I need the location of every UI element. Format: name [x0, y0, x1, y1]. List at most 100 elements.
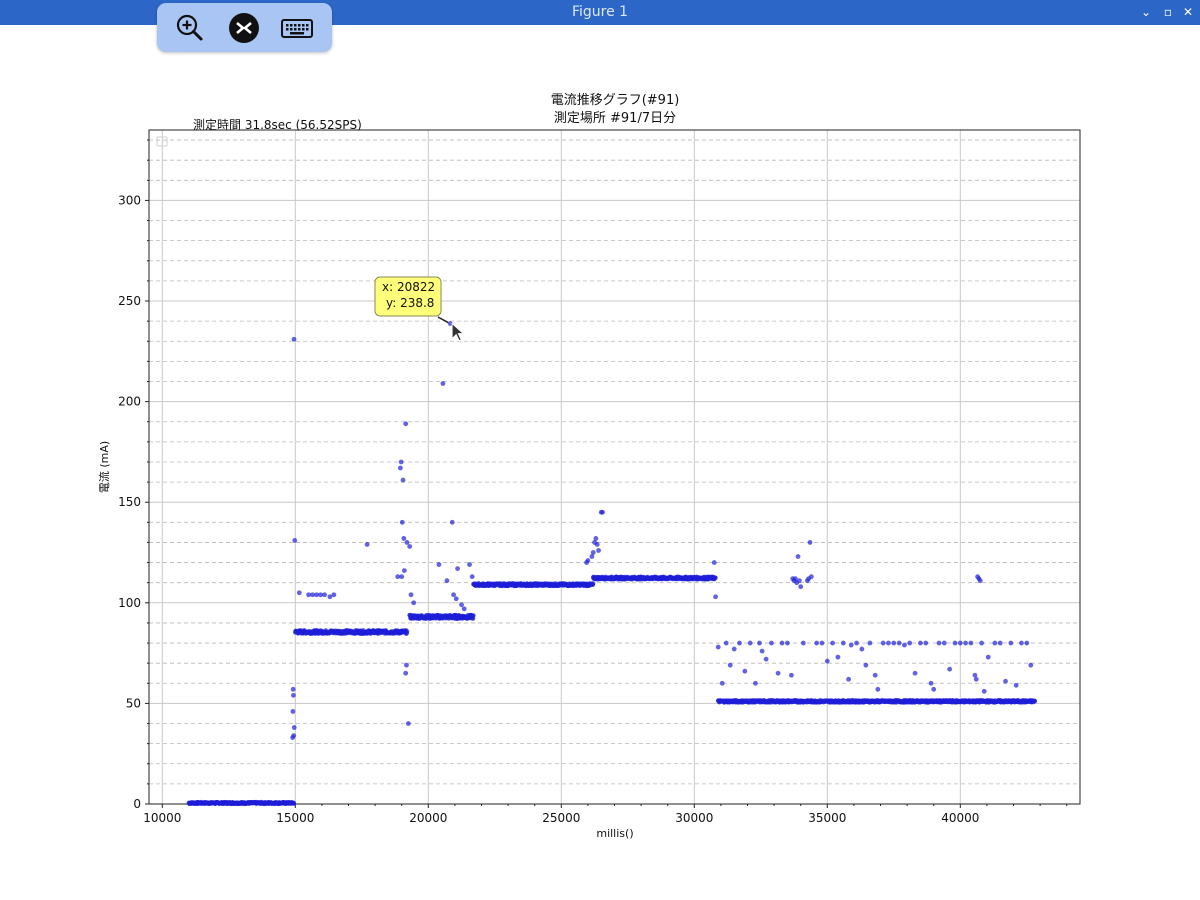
- data-point: [848, 642, 854, 648]
- data-point: [723, 640, 729, 646]
- data-point: [814, 640, 820, 646]
- data-point: [715, 644, 721, 650]
- y-tick-label: 50: [126, 696, 141, 710]
- data-point: [796, 578, 802, 584]
- y-tick-label: 300: [118, 193, 141, 207]
- x-tick-label: 40000: [941, 811, 979, 825]
- data-point: [997, 640, 1003, 646]
- data-point: [727, 662, 733, 668]
- data-point: [585, 558, 591, 563]
- data-point: [471, 613, 476, 618]
- data-point: [824, 658, 830, 664]
- data-point: [854, 640, 859, 646]
- data-point: [957, 640, 963, 646]
- data-point: [407, 544, 413, 549]
- data-point: [408, 592, 414, 598]
- data-point: [449, 519, 455, 525]
- data-point: [859, 646, 865, 652]
- data-point: [469, 574, 475, 580]
- y-tick-label: 0: [133, 797, 141, 811]
- data-point: [1013, 682, 1019, 688]
- data-point: [896, 640, 902, 646]
- data-point: [444, 578, 450, 584]
- data-point: [981, 688, 987, 694]
- data-point: [775, 670, 781, 676]
- data-point: [590, 550, 596, 555]
- mouse-cursor-icon: [451, 322, 465, 342]
- data-point: [399, 574, 405, 580]
- maximize-icon[interactable]: ▫: [1160, 4, 1176, 20]
- data-point: [912, 670, 918, 676]
- y-tick-label: 250: [118, 294, 141, 308]
- data-point: [400, 477, 406, 483]
- data-point: [1024, 640, 1030, 646]
- data-point: [440, 381, 446, 386]
- data-point: [455, 566, 460, 572]
- data-point: [863, 662, 869, 668]
- y-tick-label: 100: [118, 596, 141, 610]
- data-point: [941, 640, 947, 646]
- data-point: [711, 560, 717, 565]
- y-tick-label: 150: [118, 495, 141, 509]
- data-point: [747, 640, 753, 646]
- data-point: [985, 654, 991, 660]
- data-point: [291, 692, 296, 698]
- data-point: [404, 662, 409, 668]
- data-point: [593, 536, 599, 541]
- data-point: [902, 642, 907, 648]
- data-point: [397, 465, 403, 471]
- data-point: [1019, 640, 1024, 646]
- tooltip-arrow: [437, 316, 449, 324]
- data-point: [364, 542, 370, 547]
- data-point: [401, 568, 407, 574]
- data-point: [411, 600, 417, 606]
- data-point: [757, 640, 762, 646]
- data-point: [808, 574, 814, 580]
- data-point: [800, 640, 806, 646]
- data-point: [992, 640, 998, 646]
- close-icon[interactable]: ✕: [1180, 4, 1196, 20]
- data-point: [918, 640, 923, 646]
- data-point: [875, 686, 881, 692]
- data-point: [769, 640, 774, 646]
- data-point: [963, 640, 969, 646]
- data-point: [795, 554, 801, 559]
- data-point: [291, 725, 297, 730]
- data-point: [291, 336, 297, 342]
- tooltip-y: y: 238.8: [386, 296, 434, 310]
- y-axis-label: 電流 (mA): [97, 441, 111, 493]
- data-point: [331, 592, 337, 598]
- minor-grid: [149, 139, 1080, 785]
- data-point: [928, 680, 934, 686]
- data-point: [968, 640, 974, 646]
- data-point: [785, 640, 790, 646]
- data-point: [398, 459, 404, 465]
- data-point: [403, 421, 409, 427]
- data-point: [872, 672, 878, 678]
- minimize-icon[interactable]: ⌄: [1138, 4, 1154, 20]
- current-trend-chart: 電流推移グラフ(#91) 測定場所 #91/7日分 測定時間 31.8sec (…: [97, 93, 1081, 840]
- y-tick-label: 200: [118, 395, 141, 409]
- data-point: [923, 640, 929, 646]
- x-tick-label: 25000: [542, 811, 580, 825]
- x-tick-label: 20000: [409, 811, 447, 825]
- data-point: [292, 538, 298, 543]
- data-point: [753, 680, 758, 686]
- data-point: [719, 680, 725, 686]
- data-point: [931, 686, 937, 692]
- data-point: [979, 640, 984, 646]
- data-point: [742, 668, 748, 674]
- data-points: [186, 321, 1038, 807]
- data-point: [1008, 640, 1014, 646]
- data-point: [296, 590, 302, 596]
- x-tick-label: 30000: [675, 811, 713, 825]
- data-point: [846, 676, 851, 682]
- data-point: [936, 640, 942, 646]
- data-point: [461, 606, 467, 612]
- data-point: [467, 562, 472, 567]
- data-point: [404, 540, 410, 545]
- data-point: [763, 656, 769, 662]
- chart-title-line1: 電流推移グラフ(#91): [551, 93, 680, 108]
- data-point: [405, 721, 411, 726]
- x-tick-label: 15000: [276, 811, 314, 825]
